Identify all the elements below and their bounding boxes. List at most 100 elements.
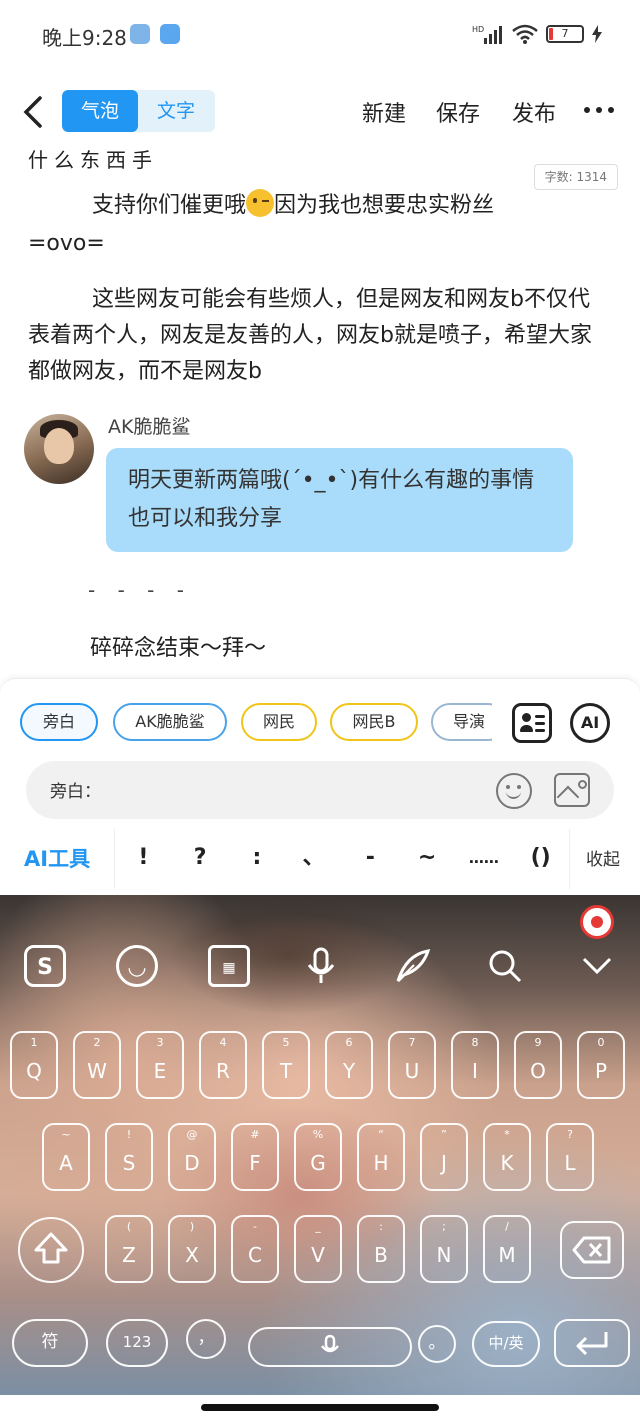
status-time: 晚上9:28	[42, 26, 127, 50]
narration-paragraph[interactable]: 支持你们催更哦 因为我也想要忠实粉丝	[28, 188, 604, 224]
punctuation-key[interactable]: ~	[399, 829, 456, 889]
key-i[interactable]: 8I	[451, 1031, 499, 1099]
home-indicator[interactable]	[201, 1404, 439, 1411]
status-bar: 晚上9:28 HD 7	[0, 0, 640, 70]
tab-bubble[interactable]: 气泡	[62, 90, 138, 132]
backspace-key[interactable]	[560, 1221, 624, 1279]
shift-key[interactable]	[18, 1217, 84, 1283]
key-r[interactable]: 4R	[199, 1031, 247, 1099]
key-b[interactable]: :B	[357, 1215, 405, 1283]
period-key[interactable]: 。	[418, 1325, 456, 1363]
new-button[interactable]: 新建	[362, 96, 406, 128]
key-x[interactable]: ) X	[168, 1215, 216, 1283]
key-w[interactable]: 2W	[73, 1031, 121, 1099]
narration-text[interactable]: =ovo=	[28, 226, 604, 262]
insert-image-icon[interactable]	[554, 773, 590, 807]
key-m[interactable]: / M	[483, 1215, 531, 1283]
wifi-icon	[512, 24, 538, 44]
key-k[interactable]: * K	[483, 1123, 531, 1191]
key-n[interactable]: ; N	[420, 1215, 468, 1283]
punctuation-key[interactable]: ()	[512, 829, 569, 889]
punctuation-key[interactable]: ?	[172, 829, 229, 889]
punctuation-key[interactable]: !	[115, 829, 172, 889]
numbers-key[interactable]: 123	[106, 1319, 168, 1367]
key-y[interactable]: 6Y	[325, 1031, 373, 1099]
sogou-logo-icon[interactable]: S	[24, 945, 66, 987]
key-o[interactable]: 9O	[514, 1031, 562, 1099]
partial-text-line: 什么东西手	[28, 150, 158, 172]
charging-icon	[592, 25, 602, 43]
space-key[interactable]	[248, 1327, 412, 1367]
character-chip-list: 旁白 AK脆脆鲨 网民 网民B 导演	[20, 703, 492, 743]
keyboard-toolbar: S ◡ ▦	[0, 945, 640, 1005]
cellular-signal-icon: HD	[472, 25, 502, 44]
search-icon[interactable]	[484, 945, 526, 987]
punctuation-key[interactable]: :	[229, 829, 286, 889]
save-button[interactable]: 保存	[436, 96, 480, 128]
key-h[interactable]: “H	[357, 1123, 405, 1191]
key-s[interactable]: ! S	[105, 1123, 153, 1191]
top-toolbar: 气泡 文字 新建 保存 发布	[0, 80, 640, 144]
key-p[interactable]: 0P	[577, 1031, 625, 1099]
key-z[interactable]: (Z	[105, 1215, 153, 1283]
keyboard-icon[interactable]: ▦	[208, 945, 250, 987]
dialogue-bubble[interactable]: 明天更新两篇哦(´•_•`)有什么有趣的事情也可以和我分享	[106, 448, 573, 552]
key-e[interactable]: 3E	[136, 1031, 184, 1099]
key-d[interactable]: @ D	[168, 1123, 216, 1191]
key-u[interactable]: 7U	[388, 1031, 436, 1099]
key-t[interactable]: 5T	[262, 1031, 310, 1099]
status-indicators: HD 7	[472, 22, 602, 46]
comma-key[interactable]: ，	[186, 1319, 226, 1359]
microphone-icon[interactable]	[300, 945, 342, 987]
key-c[interactable]: -C	[231, 1215, 279, 1283]
ai-assistant-button[interactable]: AI	[570, 703, 610, 743]
publish-button[interactable]: 发布	[512, 96, 556, 128]
emoji-face-icon[interactable]: ◡	[116, 945, 158, 987]
character-chip-netizen-b[interactable]: 网民B	[330, 703, 418, 741]
character-list-icon[interactable]	[512, 703, 552, 743]
speaker-label: 旁白：	[50, 782, 101, 802]
ai-tools-button[interactable]: AI工具	[24, 843, 90, 873]
key-j[interactable]: ” J	[420, 1123, 468, 1191]
emoji-picker-icon[interactable]	[496, 773, 532, 809]
punctuation-key[interactable]: -	[342, 829, 399, 889]
story-editor[interactable]: 什么东西手 字数: 1314 支持你们催更哦 因为我也想要忠实粉丝 =ovo= 这…	[0, 150, 640, 680]
key-g[interactable]: % G	[294, 1123, 342, 1191]
narration-text[interactable]: 碎碎念结束～拜～	[90, 630, 266, 662]
key-f[interactable]: # F	[231, 1123, 279, 1191]
character-chip-netizen[interactable]: 网民	[241, 703, 317, 741]
punctuation-key[interactable]: ……	[456, 829, 513, 889]
chevron-down-icon[interactable]	[576, 945, 618, 987]
back-arrow-icon[interactable]	[20, 94, 50, 130]
message-composer: 旁白：	[26, 761, 614, 819]
key-l[interactable]: ? L	[546, 1123, 594, 1191]
enter-key[interactable]	[554, 1319, 630, 1367]
battery-icon: 7	[546, 25, 584, 43]
microphone-icon	[321, 1334, 339, 1353]
enter-arrow-icon	[576, 1332, 608, 1356]
shift-arrow-icon	[34, 1232, 68, 1264]
app-notification-icon	[160, 24, 180, 44]
key-a[interactable]: ~ A	[42, 1123, 90, 1191]
quill-icon[interactable]	[392, 945, 434, 987]
keyboard-assistant-icon[interactable]	[580, 905, 614, 939]
collapse-button[interactable]: 收起	[586, 845, 620, 870]
avatar[interactable]	[24, 414, 94, 484]
divider: - - - -	[88, 578, 192, 602]
narration-text: 因为我也想要忠实粉丝	[274, 193, 495, 218]
more-options-icon[interactable]	[584, 100, 614, 120]
punctuation-toolbar: AI工具 ! ? : 、 - ~ …… () 收起	[0, 829, 640, 889]
punctuation-key[interactable]: 、	[285, 829, 342, 889]
app-notification-icon	[130, 24, 150, 44]
punctuation-bar: ! ? : 、 - ~ …… ()	[114, 829, 570, 889]
character-chip-ak[interactable]: AK脆脆鲨	[113, 703, 227, 741]
tab-text[interactable]: 文字	[138, 90, 214, 132]
narration-paragraph[interactable]: 这些网友可能会有些烦人，但是网友和网友b不仅代表着两个人，网友是友善的人，网友b…	[28, 282, 604, 390]
language-switch-key[interactable]: 中/英	[472, 1321, 540, 1367]
key-v[interactable]: _ V	[294, 1215, 342, 1283]
character-chip-director[interactable]: 导演	[431, 703, 492, 741]
character-chip-narrator[interactable]: 旁白	[20, 703, 98, 741]
symbols-key[interactable]: 符	[12, 1319, 88, 1367]
key-q[interactable]: 1Q	[10, 1031, 58, 1099]
message-input[interactable]	[114, 773, 494, 807]
